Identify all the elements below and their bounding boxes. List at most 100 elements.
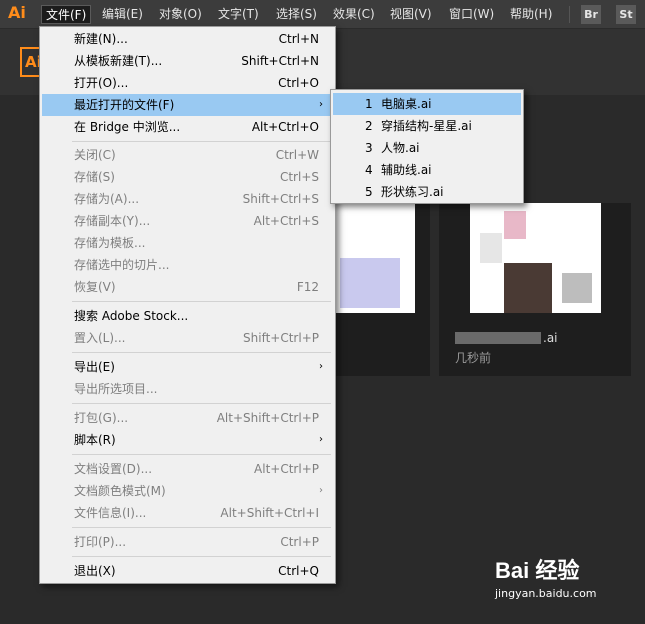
menu-object[interactable]: 对象(O) [155,5,206,24]
baidu-watermark: Bai 经验 jingyan.baidu.com [495,553,597,600]
menu-separator [72,352,331,353]
menu-item-label: 脚本(R) [74,433,116,447]
menu-select[interactable]: 选择(S) [272,5,321,24]
stock-switch-button[interactable]: St [616,5,636,24]
menu-item-save-slices[interactable]: 存储选中的切片... [42,254,333,276]
menu-item-shortcut: F12 [296,280,319,294]
menu-item-label: 存储副本(Y)... [74,214,151,228]
recent-file-item[interactable]: 3 人物.ai [333,137,521,159]
recent-file-card[interactable] [330,203,430,376]
app-logo: Ai [8,3,26,22]
menu-item-shortcut: Ctrl+N [278,32,319,46]
menu-item-document-color-mode[interactable]: 文档颜色模式(M) › [42,480,333,502]
menu-item-open-recent[interactable]: 最近打开的文件(F) › [42,94,333,116]
menu-item-place[interactable]: 置入(L)... Shift+Ctrl+P [42,327,333,349]
submenu-arrow-icon: › [319,99,323,110]
menu-item-shortcut: Shift+Ctrl+N [241,54,319,68]
recent-file-name: 形状练习.ai [381,185,444,199]
file-thumbnail [470,203,601,313]
menu-item-shortcut: Alt+Ctrl+O [251,120,319,134]
menu-item-file-info[interactable]: 文件信息(I)... Alt+Shift+Ctrl+I [42,502,333,524]
recent-file-number: 4 [365,163,373,177]
menu-item-save-copy[interactable]: 存储副本(Y)... Alt+Ctrl+S [42,210,333,232]
recent-file-item[interactable]: 5 形状练习.ai [333,181,521,203]
menu-item-label: 存储选中的切片... [74,258,170,272]
menu-bar: Ai 文件(F) 编辑(E) 对象(O) 文字(T) 选择(S) 效果(C) 视… [0,0,645,29]
menu-item-label: 在 Bridge 中浏览... [74,120,181,134]
watermark-url: jingyan.baidu.com [495,587,597,600]
menu-item-label: 退出(X) [74,564,116,578]
recent-files-submenu: 1 电脑桌.ai 2 穿插结构-星星.ai 3 人物.ai 4 辅助线.ai 5… [330,89,524,204]
menu-item-exit[interactable]: 退出(X) Ctrl+Q [42,560,333,582]
menu-item-label: 打包(G)... [74,411,129,425]
recent-file-number: 3 [365,141,373,155]
menu-item-print[interactable]: 打印(P)... Ctrl+P [42,531,333,553]
menu-item-close[interactable]: 关闭(C) Ctrl+W [42,144,333,166]
recent-file-name: 人物.ai [381,141,420,155]
menu-view[interactable]: 视图(V) [386,5,436,24]
submenu-arrow-icon: › [319,485,323,496]
recent-file-item[interactable]: 4 辅助线.ai [333,159,521,181]
menu-item-browse-in-bridge[interactable]: 在 Bridge 中浏览... Alt+Ctrl+O [42,116,333,138]
recent-file-card[interactable]: .ai 几秒前 [439,203,631,376]
thumbnail-shape [504,211,526,239]
menu-item-document-setup[interactable]: 文档设置(D)... Alt+Ctrl+P [42,458,333,480]
menu-item-save-as[interactable]: 存储为(A)... Shift+Ctrl+S [42,188,333,210]
recent-file-number: 5 [365,185,373,199]
menu-item-shortcut: Ctrl+Q [278,564,319,578]
menu-item-export-selection[interactable]: 导出所选项目... [42,378,333,400]
menu-help[interactable]: 帮助(H) [506,5,556,24]
menu-item-new-from-template[interactable]: 从模板新建(T)... Shift+Ctrl+N [42,50,333,72]
menu-item-shortcut: Ctrl+P [280,535,319,549]
menu-item-revert[interactable]: 恢复(V) F12 [42,276,333,298]
menu-item-save[interactable]: 存储(S) Ctrl+S [42,166,333,188]
menu-edit[interactable]: 编辑(E) [98,5,147,24]
recent-file-item[interactable]: 1 电脑桌.ai [333,93,521,115]
menu-item-export[interactable]: 导出(E) › [42,356,333,378]
file-thumbnail [330,203,415,313]
recent-file-number: 2 [365,119,373,133]
menu-item-label: 最近打开的文件(F) [74,98,175,112]
menu-file[interactable]: 文件(F) [41,5,92,24]
thumbnail-shape [562,273,592,303]
submenu-arrow-icon: › [319,361,323,372]
menu-item-shortcut: Alt+Shift+Ctrl+P [216,411,319,425]
menu-item-shortcut: Ctrl+O [278,76,319,90]
menu-item-shortcut: Alt+Shift+Ctrl+I [220,506,319,520]
menu-item-package[interactable]: 打包(G)... Alt+Shift+Ctrl+P [42,407,333,429]
menu-item-save-as-template[interactable]: 存储为模板... [42,232,333,254]
menu-separator [72,556,331,557]
submenu-arrow-icon: › [319,434,323,445]
bridge-switch-button[interactable]: Br [581,5,601,24]
menu-item-open[interactable]: 打开(O)... Ctrl+O [42,72,333,94]
menu-type[interactable]: 文字(T) [214,5,263,24]
menu-item-label: 文档设置(D)... [74,462,153,476]
file-menu-dropdown: 新建(N)... Ctrl+N 从模板新建(T)... Shift+Ctrl+N… [39,26,336,584]
recent-file-number: 1 [365,97,373,111]
menu-separator [72,403,331,404]
recent-file-name: 穿插结构-星星.ai [381,119,472,133]
menu-item-shortcut: Shift+Ctrl+P [243,331,319,345]
thumbnail-shape [480,233,502,263]
menu-item-search-adobe-stock[interactable]: 搜索 Adobe Stock... [42,305,333,327]
menu-item-label: 存储(S) [74,170,115,184]
menu-item-scripts[interactable]: 脚本(R) › [42,429,333,451]
menu-item-shortcut: Ctrl+S [279,170,319,184]
menu-item-label: 文件信息(I)... [74,506,147,520]
menu-effect[interactable]: 效果(C) [329,5,379,24]
thumbnail-shape [504,263,552,313]
thumbnail-shape [340,258,400,308]
menubar-divider [569,6,570,23]
watermark-brand: Bai 经验 [495,558,580,583]
menu-item-shortcut: Alt+Ctrl+P [254,462,319,476]
menu-window[interactable]: 窗口(W) [445,5,498,24]
recent-file-name: 电脑桌.ai [381,97,432,111]
menu-item-label: 恢复(V) [74,280,116,294]
blurred-name-mask [455,332,541,344]
recent-file-name: 辅助线.ai [381,163,432,177]
menu-item-label: 存储为模板... [74,236,146,250]
recent-file-item[interactable]: 2 穿插结构-星星.ai [333,115,521,137]
menu-item-new[interactable]: 新建(N)... Ctrl+N [42,28,333,50]
menu-item-label: 导出(E) [74,360,115,374]
menu-item-label: 置入(L)... [74,331,126,345]
